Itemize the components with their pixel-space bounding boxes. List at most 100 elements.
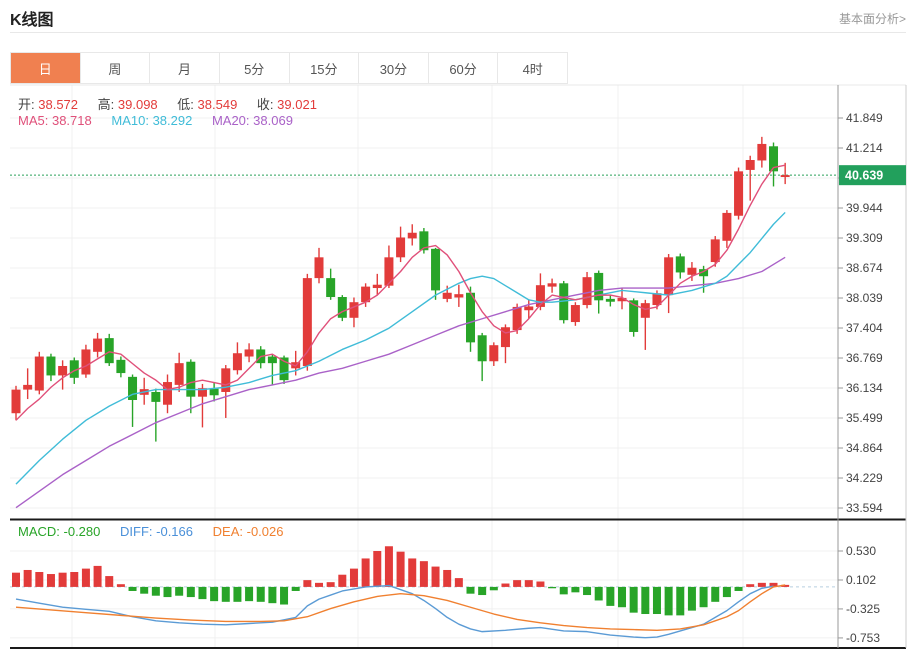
candle-body [221,368,230,392]
candle-body [338,297,347,318]
candle-body [548,283,557,286]
axis-tick-label: 38.674 [846,261,883,275]
macd-bar [152,587,160,596]
macd-bar [595,587,603,601]
candle-body [408,233,417,239]
macd-bar [105,576,113,587]
ma10-label: MA10: [111,113,149,128]
macd-bar [257,587,265,602]
axis-tick-label: 0.102 [846,573,876,587]
macd-bar [630,587,638,613]
candle-body [454,294,463,297]
macd-bar [700,587,708,607]
macd-bar [12,573,20,587]
candle-body [315,257,324,278]
candle-body [524,306,533,310]
macd-row: MACD: -0.280 DIFF: -0.166 DEA: -0.026 [18,524,299,539]
candle-body [466,293,475,343]
axis-tick-label: 34.229 [846,471,883,485]
candle-body [58,366,67,375]
macd-bar [618,587,626,607]
candle-body [489,345,498,361]
macd-bar [140,587,148,594]
macd-bar [303,580,311,587]
macd-bar [735,587,743,591]
dea-value: -0.026 [247,524,284,539]
macd-bar [385,546,393,587]
last-price-badge-text: 40.639 [845,169,883,183]
candle-body [245,349,254,356]
macd-bar [467,587,475,594]
candle-body [396,237,405,257]
macd-bar [94,566,102,587]
low-label: 低: [177,97,194,112]
macd-bar [350,569,358,587]
macd-bar [187,587,195,597]
candle-body [373,285,382,288]
macd-bar [82,569,90,587]
macd-bar [408,558,416,586]
macd-bar [560,587,568,594]
candle-body [431,249,440,291]
macd-bar [338,575,346,587]
candle-body [664,257,673,295]
candle-body [757,144,766,161]
axis-tick-label: 41.849 [846,111,883,125]
macd-bar [164,587,172,597]
ma10-value: 38.292 [153,113,193,128]
macd-bar [35,572,43,587]
macd-bar [432,567,440,587]
candle-body [12,390,21,414]
ma20-label: MA20: [212,113,250,128]
macd-bar [443,570,451,587]
macd-bar [513,580,521,587]
candle-body [233,353,242,370]
macd-bar [536,581,544,586]
macd-bar [397,552,405,587]
macd-bar [47,574,55,587]
ma5-value: 38.718 [52,113,92,128]
candle-body [326,278,335,297]
candle-body [46,357,55,376]
candle-body [641,303,650,318]
diff-value: -0.166 [156,524,193,539]
macd-bar [198,587,206,599]
candle-body [93,339,102,352]
candle-body [384,257,393,285]
candle-body [175,363,184,385]
macd-bar [59,573,67,587]
macd-bar [758,583,766,587]
axis-tick-label: 33.594 [846,501,883,515]
candle-body [81,349,90,374]
candle-body [186,362,195,397]
macd-bar [327,582,335,587]
macd-bar [501,584,509,587]
axis-tick-label: 34.864 [846,441,883,455]
macd-bar [723,587,731,597]
candle-body [746,160,755,170]
macd-bar [24,570,32,587]
macd-bar [665,587,673,615]
macd-bar [641,587,649,614]
macd-bar [478,587,486,595]
candle-body [571,305,580,322]
axis-tick-label: 37.404 [846,321,883,335]
macd-bar [245,587,253,601]
kline-page: K线图 基本面分析> 日 周 月 5分 15分 30分 60分 4时 41.84… [0,0,916,651]
candle-body [151,392,160,402]
candle-body [349,302,358,318]
axis-tick-label: 36.769 [846,351,883,365]
candle-body [268,357,277,364]
candle-body [35,357,44,391]
macd-bar [292,587,300,591]
candle-body [687,268,696,275]
ma20-value: 38.069 [253,113,293,128]
candle-body [606,299,615,302]
macd-label: MACD: [18,524,60,539]
candle-body [583,277,592,305]
macd-bar [606,587,614,606]
candle-body [116,360,125,373]
candle-body [163,382,172,405]
dea-label: DEA: [213,524,243,539]
close-label: 收: [257,97,274,112]
